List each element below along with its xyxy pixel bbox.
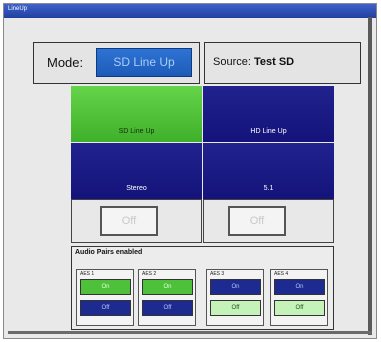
aes-2-group: AES 2 On Off: [138, 269, 196, 326]
off-button-left[interactable]: Off: [100, 206, 158, 236]
lineup-window: LineUp Mode: SD Line Up Source: Test SD …: [3, 3, 377, 339]
aes-2-off-button[interactable]: Off: [142, 300, 193, 316]
aes-4-on-button[interactable]: On: [274, 279, 325, 295]
source-panel: Source: Test SD: [204, 42, 361, 84]
aes-4-off-button[interactable]: Off: [274, 300, 325, 316]
aes-3-label: AES 3: [210, 271, 225, 277]
aes-1-off-button[interactable]: Off: [80, 300, 131, 316]
mode-button[interactable]: SD Line Up: [96, 48, 192, 77]
sd-line-up-button[interactable]: SD Line Up: [71, 86, 202, 142]
five-one-button[interactable]: 5.1: [203, 143, 334, 199]
source-text: Source: Test SD: [213, 56, 294, 68]
aes-2-on-button[interactable]: On: [142, 279, 193, 295]
window-bottom-edge: [8, 331, 372, 334]
aes-2-label: AES 2: [142, 271, 157, 277]
aes-3-on-button[interactable]: On: [210, 279, 261, 295]
aes-4-group: AES 4 On Off: [270, 269, 328, 326]
source-label: Source:: [213, 56, 251, 68]
aes-1-label: AES 1: [80, 271, 95, 277]
title-bar: LineUp: [4, 4, 376, 18]
hd-line-up-label: HD Line Up: [250, 128, 287, 135]
aes-3-group: AES 3 On Off: [206, 269, 264, 326]
aes-4-label: AES 4: [274, 271, 289, 277]
aes-1-on-button[interactable]: On: [80, 279, 131, 295]
off-button-right[interactable]: Off: [228, 206, 286, 236]
mode-label: Mode:: [47, 55, 84, 70]
window-right-edge: [368, 17, 372, 335]
hd-line-up-button[interactable]: HD Line Up: [203, 86, 334, 142]
stereo-label: Stereo: [126, 185, 147, 192]
window-title: LineUp: [8, 6, 28, 12]
off-panel-right: Off: [203, 199, 334, 243]
five-one-label: 5.1: [263, 185, 274, 192]
off-panel-left: Off: [71, 199, 202, 243]
audio-pairs-title: Audio Pairs enabled: [75, 249, 143, 256]
aes-3-off-button[interactable]: Off: [210, 300, 261, 316]
aes-1-group: AES 1 On Off: [76, 269, 134, 326]
sd-line-up-label: SD Line Up: [118, 128, 155, 135]
source-value: Test SD: [253, 56, 295, 68]
audio-pairs-panel: Audio Pairs enabled AES 1 On Off AES 2 O…: [71, 246, 334, 330]
stereo-button[interactable]: Stereo: [71, 143, 202, 199]
mode-panel: Mode: SD Line Up: [33, 42, 200, 84]
